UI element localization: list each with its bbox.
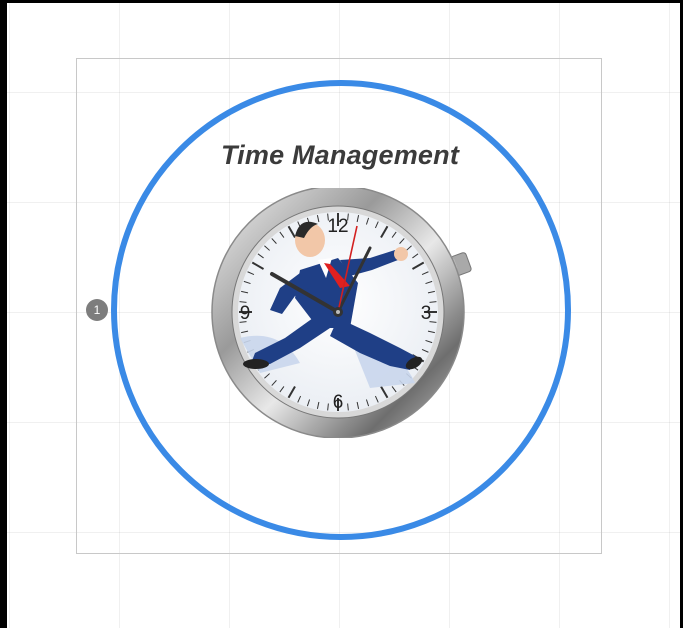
step-number-badge[interactable]: 1	[86, 299, 108, 321]
frame-title[interactable]: Time Management	[140, 140, 540, 171]
running-businessman-clock-icon[interactable]: 12 3 6 9	[200, 188, 480, 438]
clock-numeral-12: 12	[327, 216, 348, 237]
clock-numeral-3: 3	[421, 303, 432, 324]
clock-numeral-6: 6	[333, 392, 344, 413]
clock-numeral-9: 9	[240, 303, 251, 324]
